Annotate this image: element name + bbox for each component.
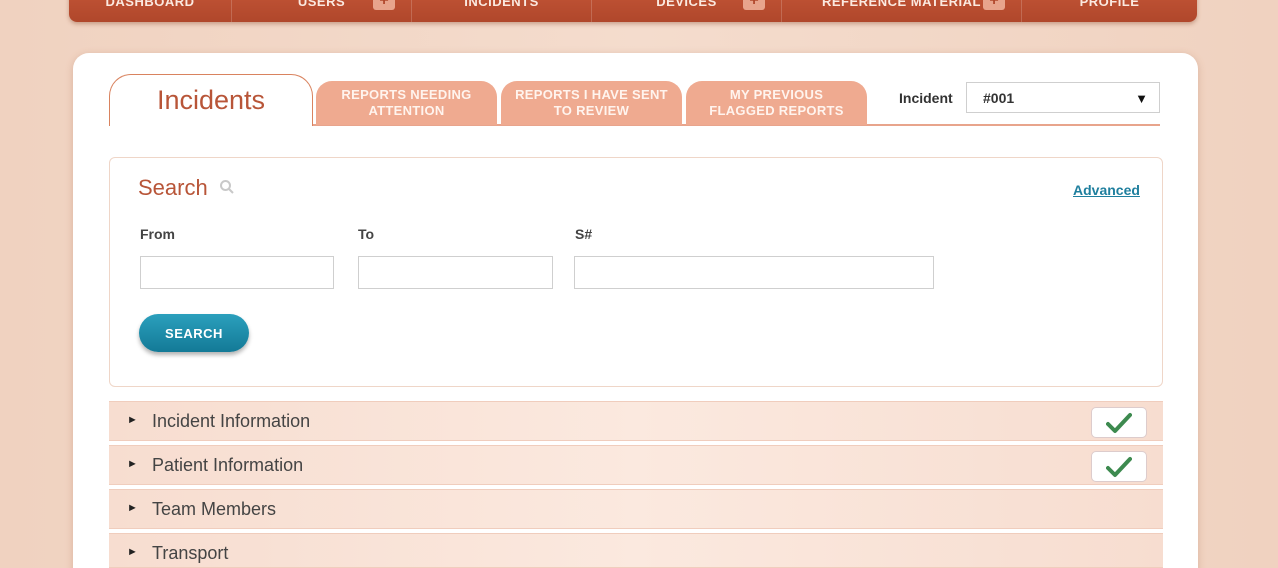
- tab-incidents[interactable]: Incidents: [109, 74, 313, 126]
- search-title: Search: [138, 175, 208, 200]
- section-transport[interactable]: ► Transport: [109, 533, 1163, 568]
- search-button[interactable]: SEARCH: [139, 314, 249, 352]
- check-icon: [1106, 412, 1132, 433]
- section-patient-information[interactable]: ► Patient Information: [109, 445, 1163, 485]
- section-complete-badge: [1091, 407, 1147, 438]
- s-number-label: S#: [575, 226, 593, 242]
- from-field[interactable]: [140, 256, 334, 289]
- chevron-down-icon: ▼: [1135, 91, 1148, 106]
- tab-previous-flagged-reports[interactable]: MY PREVIOUS FLAGGED REPORTS: [686, 81, 867, 125]
- tab-reports-needing-attention-label: REPORTS NEEDING ATTENTION: [341, 87, 472, 118]
- nav-reference-plus-icon[interactable]: +: [983, 0, 1005, 10]
- tab-previous-flagged-reports-label: MY PREVIOUS FLAGGED REPORTS: [709, 87, 844, 118]
- search-icon: [220, 180, 234, 194]
- incident-select-label: Incident: [899, 90, 953, 106]
- nav-dashboard[interactable]: DASHBOARD: [69, 0, 232, 22]
- tab-reports-sent-to-review[interactable]: REPORTS I HAVE SENT TO REVIEW: [501, 81, 682, 125]
- section-incident-information[interactable]: ► Incident Information: [109, 401, 1163, 441]
- s-number-field[interactable]: [574, 256, 934, 289]
- check-icon: [1106, 456, 1132, 477]
- incident-select-value: #001: [983, 89, 1015, 106]
- top-nav: DASHBOARD USERS + INCIDENTS DEVICES + RE…: [69, 0, 1197, 22]
- nav-profile[interactable]: PROFILE: [1022, 0, 1197, 22]
- nav-devices-label: DEVICES: [656, 0, 717, 9]
- section-team-members[interactable]: ► Team Members: [109, 489, 1163, 529]
- section-label: Transport: [152, 543, 229, 563]
- nav-devices-plus-icon[interactable]: +: [743, 0, 765, 10]
- tab-incidents-label: Incidents: [156, 85, 266, 115]
- nav-users-plus-icon[interactable]: +: [373, 0, 395, 10]
- from-label: From: [140, 226, 175, 242]
- expand-arrow-icon: ►: [127, 502, 138, 514]
- to-field[interactable]: [358, 256, 553, 289]
- section-label: Team Members: [152, 499, 277, 519]
- expand-arrow-icon: ►: [127, 414, 138, 426]
- incident-select[interactable]: #001 ▼: [966, 82, 1160, 113]
- tab-reports-sent-to-review-label: REPORTS I HAVE SENT TO REVIEW: [515, 87, 668, 118]
- section-label: Incident Information: [152, 411, 311, 431]
- nav-incidents[interactable]: INCIDENTS: [412, 0, 592, 22]
- nav-incidents-label: INCIDENTS: [464, 0, 539, 9]
- section-complete-badge: [1091, 451, 1147, 482]
- section-label: Patient Information: [152, 455, 304, 475]
- advanced-search-link[interactable]: Advanced: [1073, 182, 1140, 198]
- nav-reference-material-label: REFERENCE MATERIAL: [822, 0, 981, 9]
- nav-dashboard-label: DASHBOARD: [105, 0, 195, 9]
- tab-reports-needing-attention[interactable]: REPORTS NEEDING ATTENTION: [316, 81, 497, 125]
- to-label: To: [358, 226, 375, 242]
- nav-profile-label: PROFILE: [1079, 0, 1140, 9]
- nav-users-label: USERS: [297, 0, 346, 9]
- expand-arrow-icon: ►: [127, 546, 138, 558]
- expand-arrow-icon: ►: [127, 458, 138, 470]
